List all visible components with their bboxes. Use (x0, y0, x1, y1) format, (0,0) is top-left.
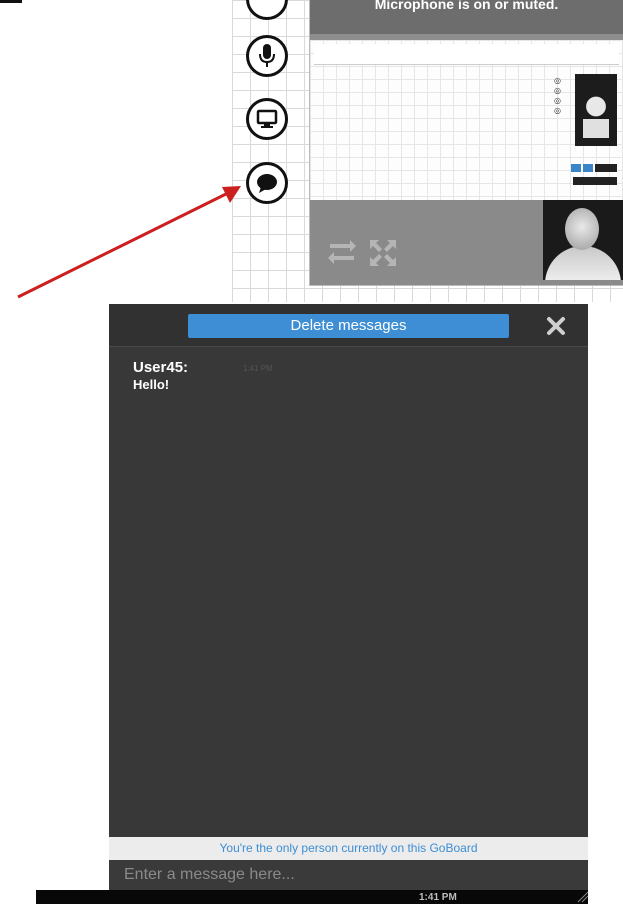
mini-tool-icons: ◎ ◎ ◎ ◎ (554, 76, 561, 115)
bottom-status-bar: 1:41 PM (36, 890, 588, 904)
swap-icon[interactable] (326, 238, 358, 266)
bottom-time: 1:41 PM (419, 892, 457, 903)
avatar-head (565, 208, 599, 250)
message-text: Hello! (133, 377, 170, 392)
toolbar-button-partial[interactable] (246, 0, 288, 20)
video-title: Microphone is on or muted. (310, 0, 623, 34)
delete-messages-button[interactable]: Delete messages (188, 314, 509, 338)
monitor-icon (256, 109, 278, 128)
avatar (543, 200, 623, 280)
chat-bubble-icon (257, 174, 277, 193)
presence-notice: You're the only person currently on this… (109, 837, 588, 860)
mini-controls (571, 164, 617, 172)
microphone-button[interactable] (246, 35, 288, 77)
resize-handle-icon[interactable] (576, 890, 590, 904)
mini-avatar (583, 96, 609, 138)
message-timestamp: 1:41 PM (243, 364, 273, 373)
chat-header: Delete messages (109, 304, 588, 347)
shared-screen-preview: ◎ ◎ ◎ ◎ (310, 34, 623, 200)
screen-share-button[interactable] (246, 98, 288, 140)
video-panel: Microphone is on or muted. ◎ ◎ ◎ ◎ (310, 0, 623, 285)
avatar-body (545, 246, 621, 280)
chat-button[interactable] (246, 162, 288, 204)
message-username: User45: (133, 359, 189, 376)
browser-url-bar (314, 44, 619, 65)
close-icon[interactable] (546, 316, 566, 336)
chat-panel: Delete messages User45: 1:41 PM Hello! Y… (109, 304, 588, 904)
video-call-screenshot: Microphone is on or muted. ◎ ◎ ◎ ◎ (232, 0, 623, 302)
microphone-icon (259, 44, 275, 67)
message-input[interactable] (109, 860, 588, 890)
corner-mark (0, 0, 22, 3)
mini-controls-row (573, 177, 617, 185)
fullscreen-icon[interactable] (368, 238, 398, 268)
mini-video-thumbnail (575, 74, 617, 146)
